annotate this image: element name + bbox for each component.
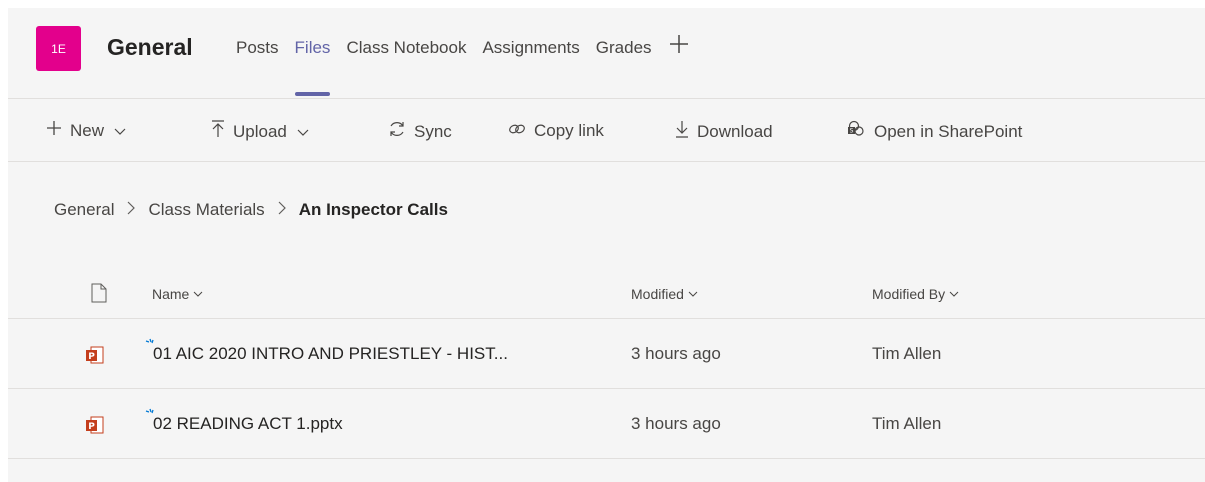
download-label: Download xyxy=(697,121,773,141)
tab-class-notebook[interactable]: Class Notebook xyxy=(346,38,466,98)
powerpoint-file-icon: P xyxy=(85,345,105,370)
column-header-modified-by[interactable]: Modified By xyxy=(872,286,959,302)
file-list-header: Name Modified Modified By xyxy=(8,270,1205,319)
chevron-right-icon xyxy=(126,201,136,220)
chevron-down-icon xyxy=(194,291,203,297)
tab-grades[interactable]: Grades xyxy=(596,38,652,98)
chevron-down-icon xyxy=(114,128,126,135)
chevron-down-icon xyxy=(297,129,309,136)
tab-assignments[interactable]: Assignments xyxy=(482,38,579,98)
sync-label: Sync xyxy=(414,121,452,141)
sync-icon xyxy=(388,120,406,143)
file-name[interactable]: 02 READING ACT 1.pptx xyxy=(153,414,343,434)
link-icon xyxy=(508,120,526,141)
command-bar: New Upload Sync Copy link Download S Ope… xyxy=(8,100,1205,162)
breadcrumb: General Class Materials An Inspector Cal… xyxy=(54,200,448,220)
file-modified: 3 hours ago xyxy=(631,414,721,433)
powerpoint-file-icon: P xyxy=(85,415,105,440)
files-tab-view: 1E General Posts Files Class Notebook As… xyxy=(8,8,1205,482)
breadcrumb-current: An Inspector Calls xyxy=(298,200,448,219)
tab-posts[interactable]: Posts xyxy=(236,38,279,98)
svg-text:P: P xyxy=(88,352,95,362)
upload-label: Upload xyxy=(233,121,287,141)
copy-link-button[interactable]: Copy link xyxy=(508,120,604,141)
column-modified-by-label: Modified By xyxy=(872,286,946,302)
file-list: Name Modified Modified By P 01 AIC 2020 … xyxy=(8,270,1205,459)
column-modified-label: Modified xyxy=(631,286,684,302)
download-button[interactable]: Download xyxy=(675,120,773,143)
svg-text:P: P xyxy=(88,422,95,432)
file-name[interactable]: 01 AIC 2020 INTRO AND PRIESTLEY - HIST..… xyxy=(153,344,508,364)
team-avatar[interactable]: 1E xyxy=(36,26,81,71)
file-modified-by: Tim Allen xyxy=(872,414,942,433)
file-modified-by: Tim Allen xyxy=(872,344,942,363)
breadcrumb-item-general[interactable]: General xyxy=(54,200,114,220)
chevron-down-icon xyxy=(949,291,959,297)
column-name-label: Name xyxy=(152,286,190,302)
plus-icon[interactable] xyxy=(668,31,690,98)
upload-button[interactable]: Upload xyxy=(211,120,309,143)
chevron-down-icon xyxy=(688,291,698,297)
file-modified: 3 hours ago xyxy=(631,344,721,363)
svg-text:S: S xyxy=(850,128,854,135)
new-button[interactable]: New xyxy=(46,120,126,141)
tab-files[interactable]: Files xyxy=(294,38,330,98)
column-header-modified[interactable]: Modified xyxy=(631,286,698,302)
sync-button[interactable]: Sync xyxy=(388,120,452,143)
open-in-sharepoint-button[interactable]: S Open in SharePoint xyxy=(846,120,1022,143)
channel-title: General xyxy=(107,34,193,60)
column-header-name[interactable]: Name xyxy=(152,286,203,302)
channel-header: 1E General Posts Files Class Notebook As… xyxy=(8,8,1205,99)
breadcrumb-item-class-materials[interactable]: Class Materials xyxy=(148,200,264,220)
file-row[interactable]: P 02 READING ACT 1.pptx 3 hours ago Tim … xyxy=(8,389,1205,459)
download-icon xyxy=(675,120,689,143)
file-row[interactable]: P 01 AIC 2020 INTRO AND PRIESTLEY - HIST… xyxy=(8,319,1205,389)
plus-icon xyxy=(46,120,62,141)
chevron-right-icon xyxy=(277,201,287,220)
document-icon[interactable] xyxy=(91,283,107,308)
channel-tabs: Posts Files Class Notebook Assignments G… xyxy=(236,35,690,98)
upload-icon xyxy=(211,120,225,143)
open-sharepoint-label: Open in SharePoint xyxy=(874,121,1023,141)
sharepoint-icon: S xyxy=(846,120,866,143)
copy-link-label: Copy link xyxy=(534,120,604,140)
team-initials: 1E xyxy=(51,41,66,56)
new-label: New xyxy=(70,120,105,140)
